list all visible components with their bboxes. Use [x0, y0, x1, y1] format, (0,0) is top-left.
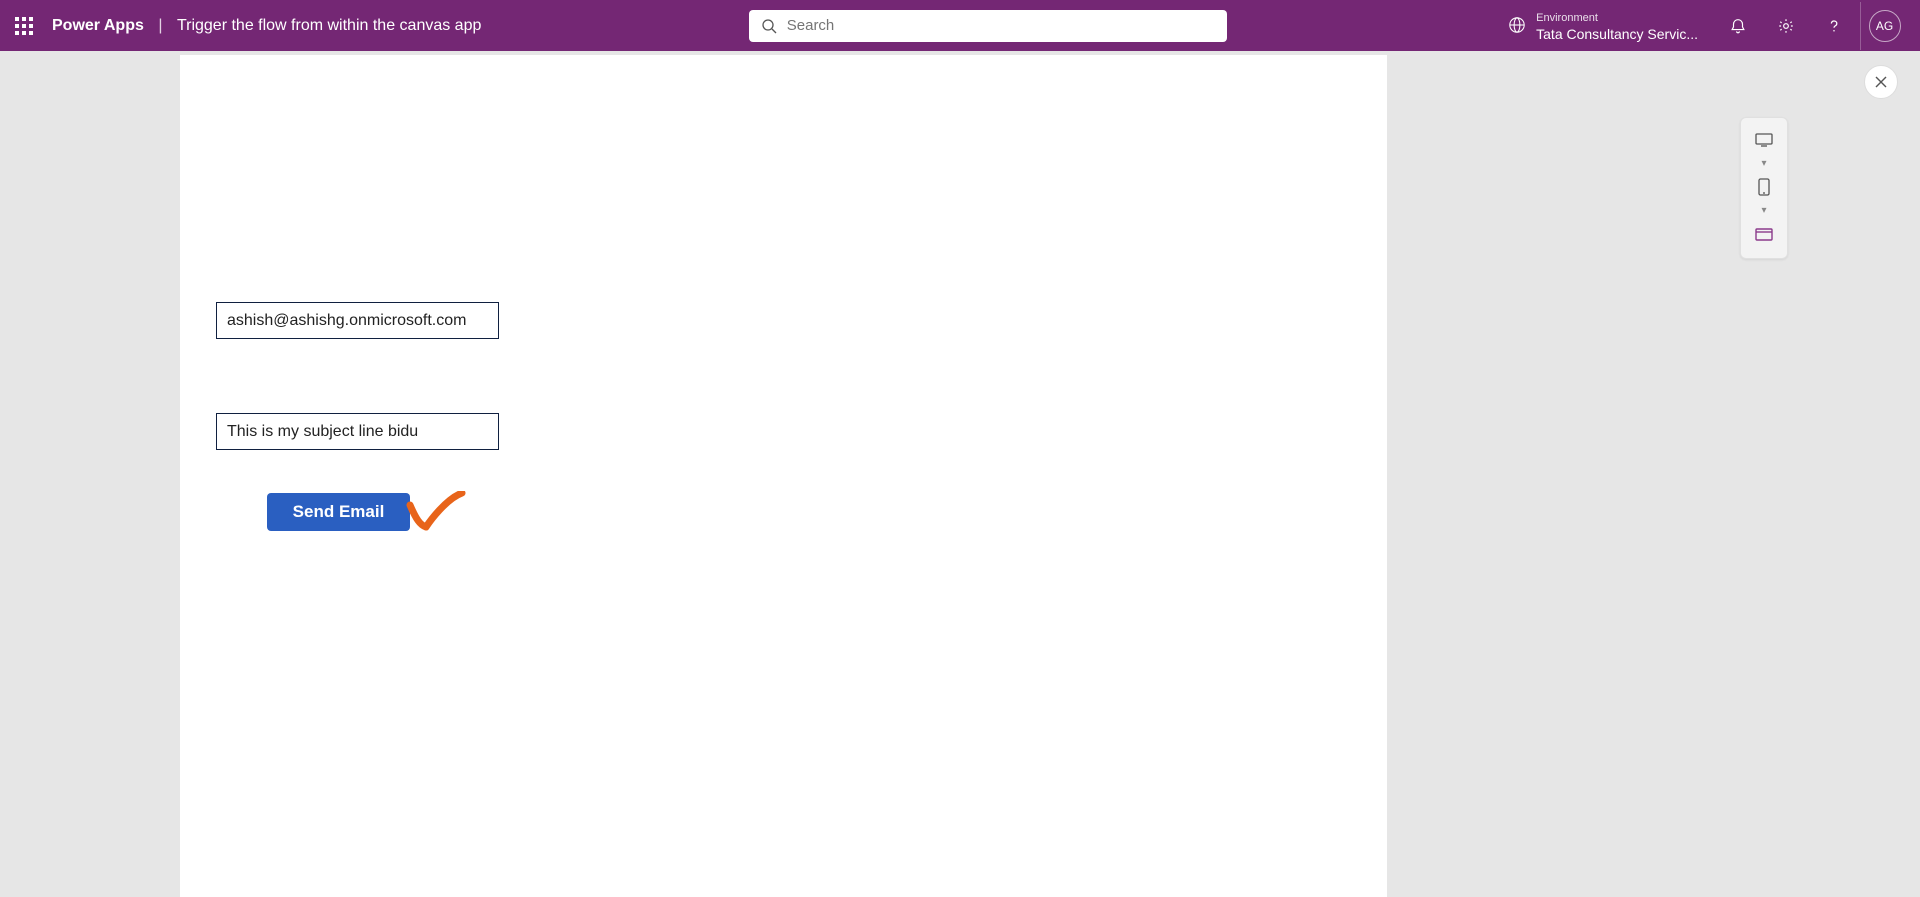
- environment-text: Environment Tata Consultancy Servic...: [1536, 8, 1698, 43]
- bell-icon: [1729, 17, 1747, 35]
- app-canvas: Send Email: [180, 55, 1387, 897]
- search-box[interactable]: [749, 10, 1227, 42]
- app-header: Power Apps | Trigger the flow from withi…: [0, 0, 1920, 51]
- monitor-icon: [1755, 133, 1773, 147]
- page-title: Trigger the flow from within the canvas …: [177, 17, 481, 34]
- subject-input[interactable]: [227, 423, 488, 441]
- device-fit-button[interactable]: [1748, 222, 1780, 246]
- environment-label: Environment: [1536, 12, 1598, 24]
- brand-separator: |: [158, 17, 162, 34]
- search-input[interactable]: [787, 17, 1215, 34]
- search-wrap: [481, 10, 1494, 42]
- waffle-icon: [15, 17, 33, 35]
- stage: Send Email ▾ ▾: [0, 55, 1920, 897]
- header-right: Environment Tata Consultancy Servic... A…: [1494, 2, 1908, 50]
- close-icon: [1874, 75, 1888, 89]
- chevron-down-icon[interactable]: ▾: [1761, 205, 1766, 216]
- user-avatar: AG: [1869, 10, 1901, 42]
- help-icon: [1825, 17, 1843, 35]
- device-desktop-button[interactable]: [1748, 128, 1780, 152]
- environment-picker[interactable]: Environment Tata Consultancy Servic...: [1494, 8, 1712, 43]
- environment-name: Tata Consultancy Servic...: [1536, 26, 1698, 43]
- send-email-button[interactable]: Send Email: [267, 493, 410, 531]
- email-input[interactable]: [227, 312, 488, 330]
- device-mobile-button[interactable]: [1748, 175, 1780, 199]
- search-icon: [761, 18, 777, 34]
- header-brand: Power Apps | Trigger the flow from withi…: [52, 17, 481, 35]
- email-field[interactable]: [216, 302, 499, 339]
- brand-name[interactable]: Power Apps: [52, 17, 144, 34]
- account-button[interactable]: AG: [1860, 2, 1908, 50]
- settings-button[interactable]: [1764, 2, 1808, 50]
- environment-icon: [1508, 16, 1526, 34]
- avatar-initials: AG: [1876, 19, 1893, 33]
- app-launcher-button[interactable]: [0, 2, 48, 50]
- close-preview-button[interactable]: [1864, 65, 1898, 99]
- help-button[interactable]: [1812, 2, 1856, 50]
- subject-field[interactable]: [216, 413, 499, 450]
- notifications-button[interactable]: [1716, 2, 1760, 50]
- checkmark-annotation-icon: [406, 491, 466, 533]
- device-preview-panel: ▾ ▾: [1740, 117, 1788, 259]
- chevron-down-icon[interactable]: ▾: [1761, 158, 1766, 169]
- gear-icon: [1777, 17, 1795, 35]
- mobile-icon: [1758, 178, 1770, 196]
- fit-window-icon: [1755, 228, 1773, 241]
